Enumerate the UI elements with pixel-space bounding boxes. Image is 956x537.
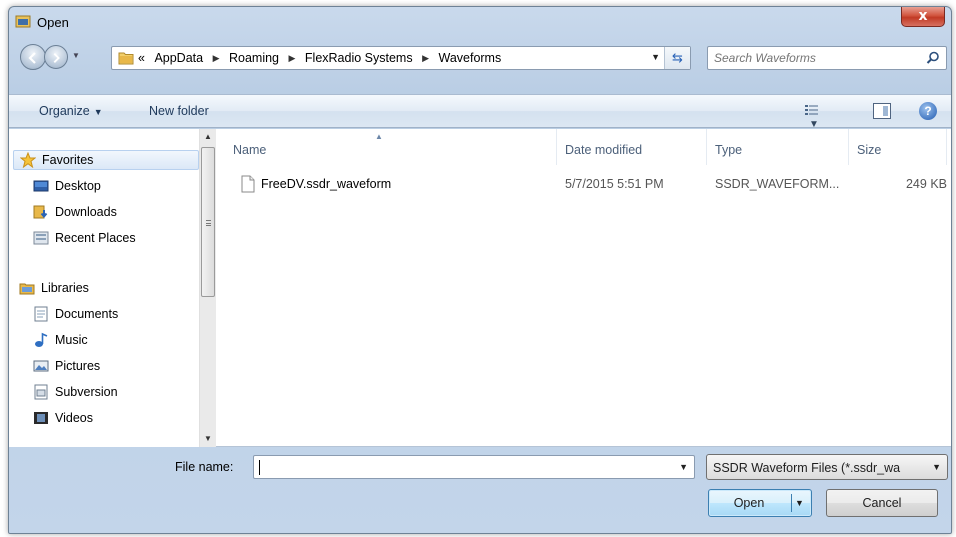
- nav-item-label: Downloads: [55, 205, 117, 219]
- open-button[interactable]: Open ▼: [708, 489, 812, 517]
- breadcrumb-separator[interactable]: ▶: [289, 53, 296, 64]
- breadcrumb-flexradio-systems[interactable]: FlexRadio Systems: [305, 51, 413, 65]
- forward-button[interactable]: [44, 45, 68, 69]
- recent-locations-dropdown[interactable]: ▼: [72, 51, 82, 63]
- file-name-input[interactable]: [258, 459, 658, 475]
- sort-ascending-icon: ▲: [375, 132, 383, 141]
- breadcrumb-separator[interactable]: ▶: [422, 53, 429, 64]
- column-header-name-label: Name: [233, 143, 267, 157]
- desktop-icon: [33, 180, 49, 192]
- file-name: FreeDV.ssdr_waveform: [261, 177, 392, 191]
- search-input[interactable]: [714, 50, 914, 66]
- main-area: Favorites Desktop Downloads Recent Place…: [9, 129, 951, 447]
- title-bar[interactable]: Open x: [9, 7, 951, 37]
- dialog-app-icon: [15, 15, 31, 28]
- breadcrumb-separator[interactable]: ▶: [213, 53, 220, 64]
- nav-favorites-label: Favorites: [42, 153, 94, 167]
- star-icon: [20, 152, 36, 168]
- chevron-down-icon: ▼: [932, 462, 941, 472]
- column-header-name[interactable]: Name ▲: [225, 129, 557, 165]
- back-arrow-icon: [28, 52, 36, 64]
- window-title: Open: [37, 15, 69, 30]
- nav-item-label: Music: [55, 333, 88, 347]
- breadcrumb-roaming[interactable]: Roaming: [229, 51, 279, 65]
- refresh-icon: ⇆: [672, 50, 683, 65]
- cancel-button[interactable]: Cancel: [826, 489, 938, 517]
- close-button[interactable]: x: [901, 7, 945, 27]
- music-icon: [35, 332, 48, 347]
- documents-icon: [34, 306, 48, 322]
- file-type: SSDR_WAVEFORM...: [715, 177, 840, 191]
- nav-item-label: Desktop: [55, 179, 101, 193]
- nav-libraries-label: Libraries: [41, 281, 89, 295]
- view-list-icon: [805, 105, 818, 115]
- column-header-size-label: Size: [857, 143, 882, 157]
- recent-places-icon: [33, 231, 49, 245]
- forward-arrow-icon: [53, 53, 60, 63]
- file-name-combobox[interactable]: ▼: [253, 455, 695, 479]
- refresh-button[interactable]: ⇆: [664, 47, 690, 69]
- file-row[interactable]: FreeDV.ssdr_waveform 5/7/2015 5:51 PM SS…: [225, 173, 947, 195]
- help-button[interactable]: ?: [919, 102, 937, 120]
- address-bar[interactable]: « AppData ▶ Roaming ▶ FlexRadio Systems …: [111, 46, 691, 70]
- new-folder-button[interactable]: New folder: [149, 104, 209, 118]
- nav-item-label: Videos: [55, 411, 93, 425]
- file-name-label: File name:: [175, 460, 234, 474]
- command-toolbar: Organize ▼ New folder ▼ ?: [9, 94, 951, 130]
- nav-item-label: Subversion: [55, 385, 118, 399]
- column-header-date-label: Date modified: [565, 143, 643, 157]
- grip-icon: [206, 220, 211, 226]
- chevron-down-icon[interactable]: ▼: [679, 462, 688, 472]
- open-dialog: Open x ▼ « AppData ▶ Roaming ▶ FlexRadio…: [8, 6, 952, 534]
- search-box[interactable]: [707, 46, 947, 70]
- nav-scrollbar[interactable]: ▲ ▼: [199, 129, 216, 447]
- breadcrumb-appdata[interactable]: AppData: [154, 51, 203, 65]
- file-type-filter-select[interactable]: SSDR Waveform Files (*.ssdr_wa ▼: [706, 454, 948, 480]
- file-type-filter-value: SSDR Waveform Files (*.ssdr_wa: [713, 461, 901, 475]
- back-button[interactable]: [20, 44, 46, 70]
- nav-item-label: Pictures: [55, 359, 101, 373]
- nav-item-label: Recent Places: [55, 231, 136, 245]
- pictures-icon: [33, 360, 49, 372]
- downloads-icon: [33, 205, 48, 219]
- organize-button[interactable]: Organize ▼: [39, 104, 103, 118]
- videos-icon: [34, 412, 48, 424]
- column-header-type[interactable]: Type: [707, 129, 849, 165]
- breadcrumb-waveforms[interactable]: Waveforms: [438, 51, 501, 65]
- column-header-size[interactable]: Size: [849, 129, 947, 165]
- column-header-date-modified[interactable]: Date modified: [557, 129, 707, 165]
- scrollbar-thumb[interactable]: [201, 147, 215, 297]
- nav-item-label: Documents: [55, 307, 119, 321]
- chevron-down-icon: ▼: [93, 107, 103, 117]
- breadcrumb-overflow[interactable]: «: [138, 51, 145, 65]
- libraries-icon: [19, 283, 35, 295]
- column-header-type-label: Type: [715, 143, 743, 157]
- folder-icon: [118, 52, 134, 65]
- search-icon[interactable]: [926, 51, 940, 65]
- subversion-icon: [34, 384, 48, 400]
- file-icon: [241, 175, 255, 193]
- nav-favorites[interactable]: Favorites: [13, 150, 199, 170]
- navigation-pane[interactable]: Favorites Desktop Downloads Recent Place…: [9, 129, 216, 447]
- file-size: 249 KB: [905, 177, 947, 191]
- preview-pane-button[interactable]: [873, 103, 891, 119]
- split-button-divider: [791, 494, 792, 512]
- open-button-label: Open: [733, 496, 765, 510]
- change-view-button[interactable]: ▼: [805, 104, 835, 130]
- scroll-down-arrow-icon[interactable]: ▼: [200, 431, 216, 447]
- file-list[interactable]: Name ▲ Date modified Type Size FreeDV.ss…: [217, 129, 951, 447]
- scroll-up-arrow-icon[interactable]: ▲: [200, 129, 216, 145]
- organize-label: Organize: [39, 104, 90, 118]
- address-history-dropdown[interactable]: ▼: [651, 52, 660, 62]
- file-date-modified: 5/7/2015 5:51 PM: [565, 177, 664, 191]
- open-options-dropdown-icon[interactable]: ▼: [795, 490, 804, 516]
